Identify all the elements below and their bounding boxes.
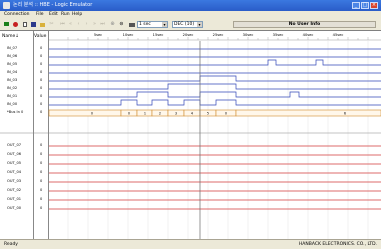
zoom-in-icon[interactable]: ⊕ (109, 21, 116, 28)
app-window: 논리 분석 :: HBE - Logic Emulator _ □ × Conn… (0, 0, 381, 249)
waveform-panel[interactable]: Name↓ Value IN_07 IN_06 IN_05 IN_04 IN_0… (0, 30, 381, 240)
app-icon (3, 2, 10, 9)
bus-value-label: 2 (159, 112, 161, 116)
time-scale-select[interactable]: 1 sec ▾ (137, 21, 168, 28)
menu-run[interactable]: Run (61, 12, 70, 18)
time-tick-label: 30sec (243, 33, 254, 37)
save-icon[interactable] (30, 21, 37, 28)
format-value: DEC (10) (174, 22, 195, 27)
bus-value-label: 0 (91, 112, 93, 116)
format-select[interactable]: DEC (10) ▾ (172, 21, 203, 28)
time-tick-label: 40sec (303, 33, 314, 37)
time-tick-label: 15sec (153, 33, 164, 37)
bus-value-label: 6 (344, 112, 346, 116)
bus-value-label: 0 (225, 112, 227, 116)
time-tick-label: 20sec (183, 33, 194, 37)
bus-value-label: 5 (207, 112, 209, 116)
zoom-out-icon[interactable]: ⊝ (118, 21, 125, 28)
time-ruler-ticks (67, 37, 369, 40)
bus-value-label: 1 (144, 112, 146, 116)
status-text: Ready (4, 242, 18, 247)
close-button[interactable]: × (370, 2, 378, 9)
waveform-trace-in05 (49, 59, 381, 66)
waveform-canvas[interactable]: 5sec 10sec 15sec 20sec 25sec 30sec 35sec… (0, 31, 381, 240)
go-start-icon[interactable]: ⏮ (59, 21, 66, 28)
menu-connection[interactable]: Connection (4, 12, 29, 18)
stop-icon[interactable] (3, 21, 10, 28)
go-forward-icon[interactable]: » (91, 21, 98, 28)
waveform-trace-in03 (49, 75, 381, 82)
time-tick-label: 45sec (333, 33, 344, 37)
time-tick-label: 35sec (273, 33, 284, 37)
bus-waveform (48, 109, 381, 117)
time-grid (67, 41, 369, 240)
next-icon[interactable]: › (83, 21, 90, 28)
waveform-trace-in02 (49, 83, 381, 90)
prev-icon[interactable]: ‹ (75, 21, 82, 28)
user-info-label: No User Info (233, 21, 376, 28)
go-back-icon[interactable]: « (67, 21, 74, 28)
new-file-icon[interactable] (21, 21, 28, 28)
record-icon[interactable] (12, 21, 19, 28)
go-end-icon[interactable]: ⏭ (99, 21, 106, 28)
open-icon[interactable] (39, 21, 46, 28)
waveform-trace-in01 (49, 91, 381, 98)
waveform-trace-in00 (49, 99, 381, 106)
print-icon[interactable] (128, 21, 135, 28)
company-name: HANBACK ELECTRONICS. CO., LTD. (298, 242, 377, 247)
bus-value-label: 3 (175, 112, 177, 116)
time-tick-label: 10sec (123, 33, 134, 37)
menu-help[interactable]: Help (72, 12, 82, 18)
window-title: 논리 분석 :: HBE - Logic Emulator (13, 2, 93, 8)
bus-value-label: 4 (191, 112, 193, 116)
title-bar: 논리 분석 :: HBE - Logic Emulator _ □ × (0, 0, 381, 11)
time-tick-label: 5sec (94, 33, 102, 37)
menu-edit[interactable]: Edit (49, 12, 58, 18)
chevron-down-icon: ▾ (162, 22, 167, 27)
menu-file[interactable]: File (36, 12, 44, 18)
time-tick-label: 25sec (213, 33, 224, 37)
maximize-button[interactable]: □ (361, 2, 369, 9)
chevron-down-icon: ▾ (197, 22, 202, 27)
minimize-button[interactable]: _ (352, 2, 360, 9)
time-scale-value: 1 sec (139, 22, 151, 27)
bus-value-label: 0 (128, 112, 130, 116)
cut-icon[interactable]: ✂ (48, 21, 55, 28)
